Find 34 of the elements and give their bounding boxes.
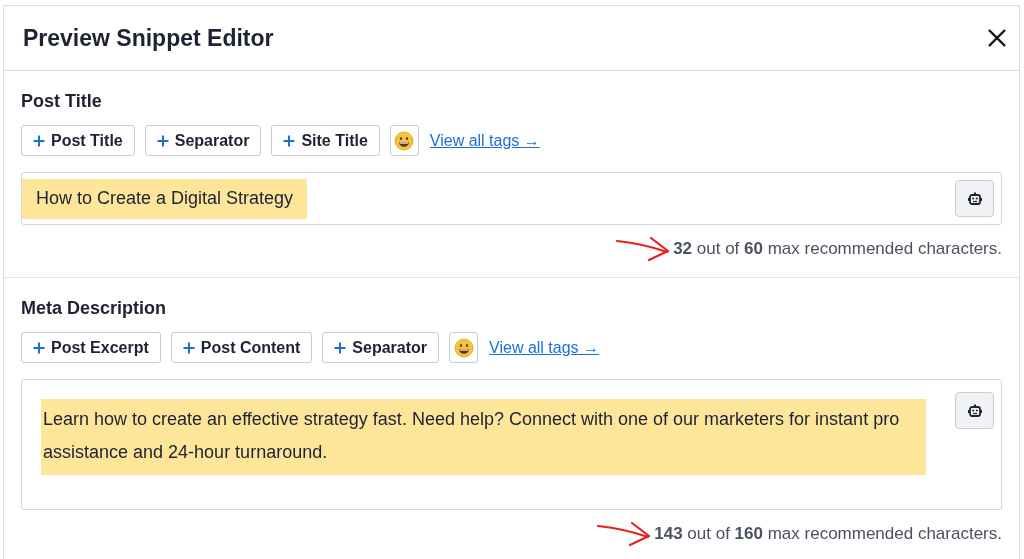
description-value: Learn how to create an effective strategy fast. Need help? Connect with one of our marketers for instant pro assistance and 24-hour turnaround.: [41, 399, 926, 475]
robot-icon: [966, 190, 983, 207]
tag-button[interactable]: Post Title: [21, 125, 135, 156]
plus-icon: [182, 341, 195, 354]
plus-icon: [33, 341, 45, 354]
emoji-button[interactable]: [449, 332, 479, 363]
view-all-tags-link[interactable]: View all tags →: [429, 128, 540, 153]
section-label: Post Title: [21, 90, 103, 113]
emoji-icon: [453, 337, 474, 358]
description-field[interactable]: Learn how to create an effective strategy fast. Need help? Connect with one of our marketers for instant pro assistance and 24-hour turnaround.: [21, 379, 1002, 510]
title-value: How to Create a Digital Strategy: [22, 178, 308, 219]
section-label: Meta Description: [21, 297, 168, 320]
ai-generate-button[interactable]: [955, 392, 994, 429]
plus-icon: [156, 134, 169, 147]
emoji-icon: [394, 130, 415, 151]
arrow-annotation: [615, 235, 672, 263]
close-icon: [988, 29, 1006, 47]
tag-button[interactable]: Post Excerpt: [21, 332, 161, 363]
tag-button[interactable]: Separator: [144, 125, 262, 156]
tag-button[interactable]: Separator: [322, 332, 440, 363]
character-count: 32 out of 60 max recommended characters.: [673, 238, 1002, 261]
view-all-tags-link[interactable]: View all tags →: [489, 335, 600, 360]
plus-icon: [283, 134, 296, 147]
ai-generate-button[interactable]: [955, 180, 994, 217]
character-count: 143 out of 160 max recommended characters.: [654, 523, 1002, 546]
tag-button[interactable]: Site Title: [271, 125, 380, 156]
plus-icon: [33, 134, 45, 147]
emoji-button[interactable]: [389, 125, 419, 156]
robot-icon: [966, 402, 983, 419]
arrow-annotation: [596, 520, 653, 548]
plus-icon: [334, 341, 347, 354]
title-field[interactable]: How to Create a Digital Strategy: [21, 172, 1002, 225]
dialog-title: Preview Snippet Editor: [23, 23, 274, 53]
tag-button[interactable]: Post Content: [170, 332, 313, 363]
